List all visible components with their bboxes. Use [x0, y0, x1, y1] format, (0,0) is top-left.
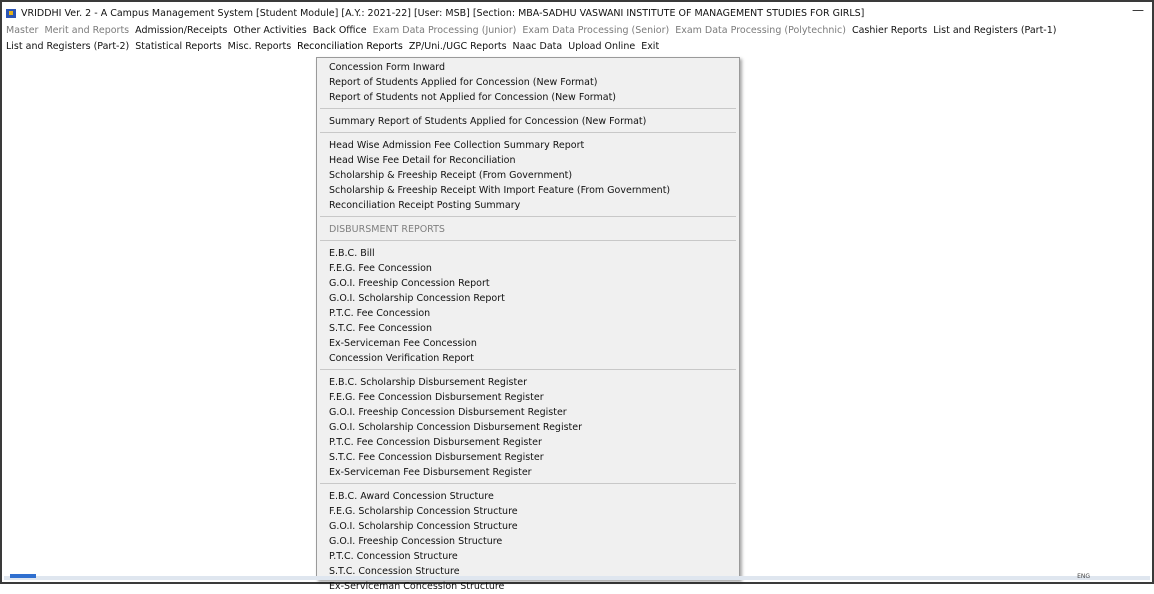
menu-master[interactable]: Master: [6, 25, 38, 36]
menu-item-reconciliation-receipt-posting-summary[interactable]: Reconciliation Receipt Posting Summary: [329, 198, 520, 213]
app-logo-icon: [6, 8, 17, 19]
menu-item-scholarship-freeship-receipt-with-import-feature-from-government[interactable]: Scholarship & Freeship Receipt With Impo…: [329, 183, 670, 198]
minimize-button[interactable]: —: [1132, 3, 1144, 17]
menu-item-g-o-i-scholarship-concession-report[interactable]: G.O.I. Scholarship Concession Report: [329, 291, 505, 306]
menu-exam-data-processing-junior[interactable]: Exam Data Processing (Junior): [373, 25, 517, 36]
menu-item-report-of-students-not-applied-for-concession-new-format[interactable]: Report of Students not Applied for Conce…: [329, 90, 616, 105]
menu-back-office[interactable]: Back Office: [313, 25, 367, 36]
app-window: VRIDDHI Ver. 2 - A Campus Management Sys…: [0, 0, 1154, 592]
menu-item-e-b-c-bill[interactable]: E.B.C. Bill: [329, 246, 375, 261]
menu-separator: [320, 483, 736, 484]
reconciliation-reports-menu: Concession Form Inward Report of Students…: [316, 57, 740, 592]
menu-list-and-registers-part-2[interactable]: List and Registers (Part-2): [6, 41, 129, 52]
menu-item-summary-report-of-students-applied-for-concession-new-format[interactable]: Summary Report of Students Applied for C…: [329, 114, 646, 129]
menu-item-f-e-g-scholarship-concession-structure[interactable]: F.E.G. Scholarship Concession Structure: [329, 504, 518, 519]
menu-item-p-t-c-fee-concession[interactable]: P.T.C. Fee Concession: [329, 306, 430, 321]
menu-upload-online[interactable]: Upload Online: [568, 41, 635, 52]
menu-item-concession-form-inward[interactable]: Concession Form Inward: [329, 60, 445, 75]
menu-exam-data-processing-polytechnic[interactable]: Exam Data Processing (Polytechnic): [675, 25, 846, 36]
menu-item-s-t-c-fee-concession-disbursement-register[interactable]: S.T.C. Fee Concession Disbursement Regis…: [329, 450, 544, 465]
language-indicator[interactable]: ENG: [1077, 573, 1090, 580]
menu-exit[interactable]: Exit: [641, 41, 659, 52]
menu-naac-data[interactable]: Naac Data: [513, 41, 563, 52]
menu-misc-reports[interactable]: Misc. Reports: [228, 41, 292, 52]
menu-item-p-t-c-concession-structure[interactable]: P.T.C. Concession Structure: [329, 549, 458, 564]
menu-zp-uni-ugc-reports[interactable]: ZP/Uni./UGC Reports: [409, 41, 507, 52]
menu-separator: [320, 216, 736, 217]
menu-item-ex-serviceman-fee-disbursement-register[interactable]: Ex-Serviceman Fee Disbursement Register: [329, 465, 532, 480]
menu-merit-and-reports[interactable]: Merit and Reports: [44, 25, 129, 36]
menu-separator: [320, 240, 736, 241]
menu-item-g-o-i-freeship-concession-disbursement-register[interactable]: G.O.I. Freeship Concession Disbursement …: [329, 405, 567, 420]
menu-item-ex-serviceman-fee-concession[interactable]: Ex-Serviceman Fee Concession: [329, 336, 477, 351]
menu-cashier-reports[interactable]: Cashier Reports: [852, 25, 927, 36]
menu-bar-row-1: Master Merit and Reports Admission/Receipt…: [6, 25, 1148, 36]
menu-item-ex-serviceman-concession-structure[interactable]: Ex-Serviceman Concession Structure: [329, 579, 504, 594]
menu-statistical-reports[interactable]: Statistical Reports: [135, 41, 221, 52]
menu-separator: [320, 132, 736, 133]
menu-item-disbursment-reports: DISBURSMENT REPORTS: [329, 224, 445, 235]
menu-item-scholarship-freeship-receipt-from-government[interactable]: Scholarship & Freeship Receipt (From Gov…: [329, 168, 572, 183]
menu-item-concession-verification-report[interactable]: Concession Verification Report: [329, 351, 474, 366]
menu-item-g-o-i-freeship-concession-report[interactable]: G.O.I. Freeship Concession Report: [329, 276, 490, 291]
menu-item-f-e-g-fee-concession-disbursement-register[interactable]: F.E.G. Fee Concession Disbursement Regis…: [329, 390, 544, 405]
menu-item-e-b-c-scholarship-disbursement-register[interactable]: E.B.C. Scholarship Disbursement Register: [329, 375, 527, 390]
title-bar: VRIDDHI Ver. 2 - A Campus Management Sys…: [6, 5, 1148, 21]
menu-item-g-o-i-freeship-concession-structure[interactable]: G.O.I. Freeship Concession Structure: [329, 534, 502, 549]
menu-item-e-b-c-award-concession-structure[interactable]: E.B.C. Award Concession Structure: [329, 489, 494, 504]
menu-admission-receipts[interactable]: Admission/Receipts: [135, 25, 227, 36]
menu-item-g-o-i-scholarship-concession-disbursement-register[interactable]: G.O.I. Scholarship Concession Disburseme…: [329, 420, 582, 435]
menu-bar-row-2: List and Registers (Part-2) Statistical R…: [6, 41, 1148, 52]
start-button[interactable]: [10, 574, 36, 578]
window-title: VRIDDHI Ver. 2 - A Campus Management Sys…: [21, 7, 865, 19]
menu-item-head-wise-fee-detail-for-reconciliation[interactable]: Head Wise Fee Detail for Reconciliation: [329, 153, 515, 168]
menu-reconciliation-reports[interactable]: Reconciliation Reports: [297, 41, 403, 52]
menu-item-report-of-students-applied-for-concession-new-format[interactable]: Report of Students Applied for Concessio…: [329, 75, 597, 90]
menu-separator: [320, 108, 736, 109]
menu-item-f-e-g-fee-concession[interactable]: F.E.G. Fee Concession: [329, 261, 432, 276]
menu-item-p-t-c-fee-concession-disbursement-register[interactable]: P.T.C. Fee Concession Disbursement Regis…: [329, 435, 542, 450]
menu-item-g-o-i-scholarship-concession-structure[interactable]: G.O.I. Scholarship Concession Structure: [329, 519, 518, 534]
menu-exam-data-processing-senior[interactable]: Exam Data Processing (Senior): [522, 25, 669, 36]
taskbar: ENG: [4, 573, 1150, 580]
menu-item-s-t-c-fee-concession[interactable]: S.T.C. Fee Concession: [329, 321, 432, 336]
menu-separator: [320, 369, 736, 370]
menu-list-and-registers-part-1[interactable]: List and Registers (Part-1): [933, 25, 1056, 36]
menu-other-activities[interactable]: Other Activities: [233, 25, 306, 36]
menu-item-head-wise-admission-fee-collection-summary-report[interactable]: Head Wise Admission Fee Collection Summa…: [329, 138, 584, 153]
